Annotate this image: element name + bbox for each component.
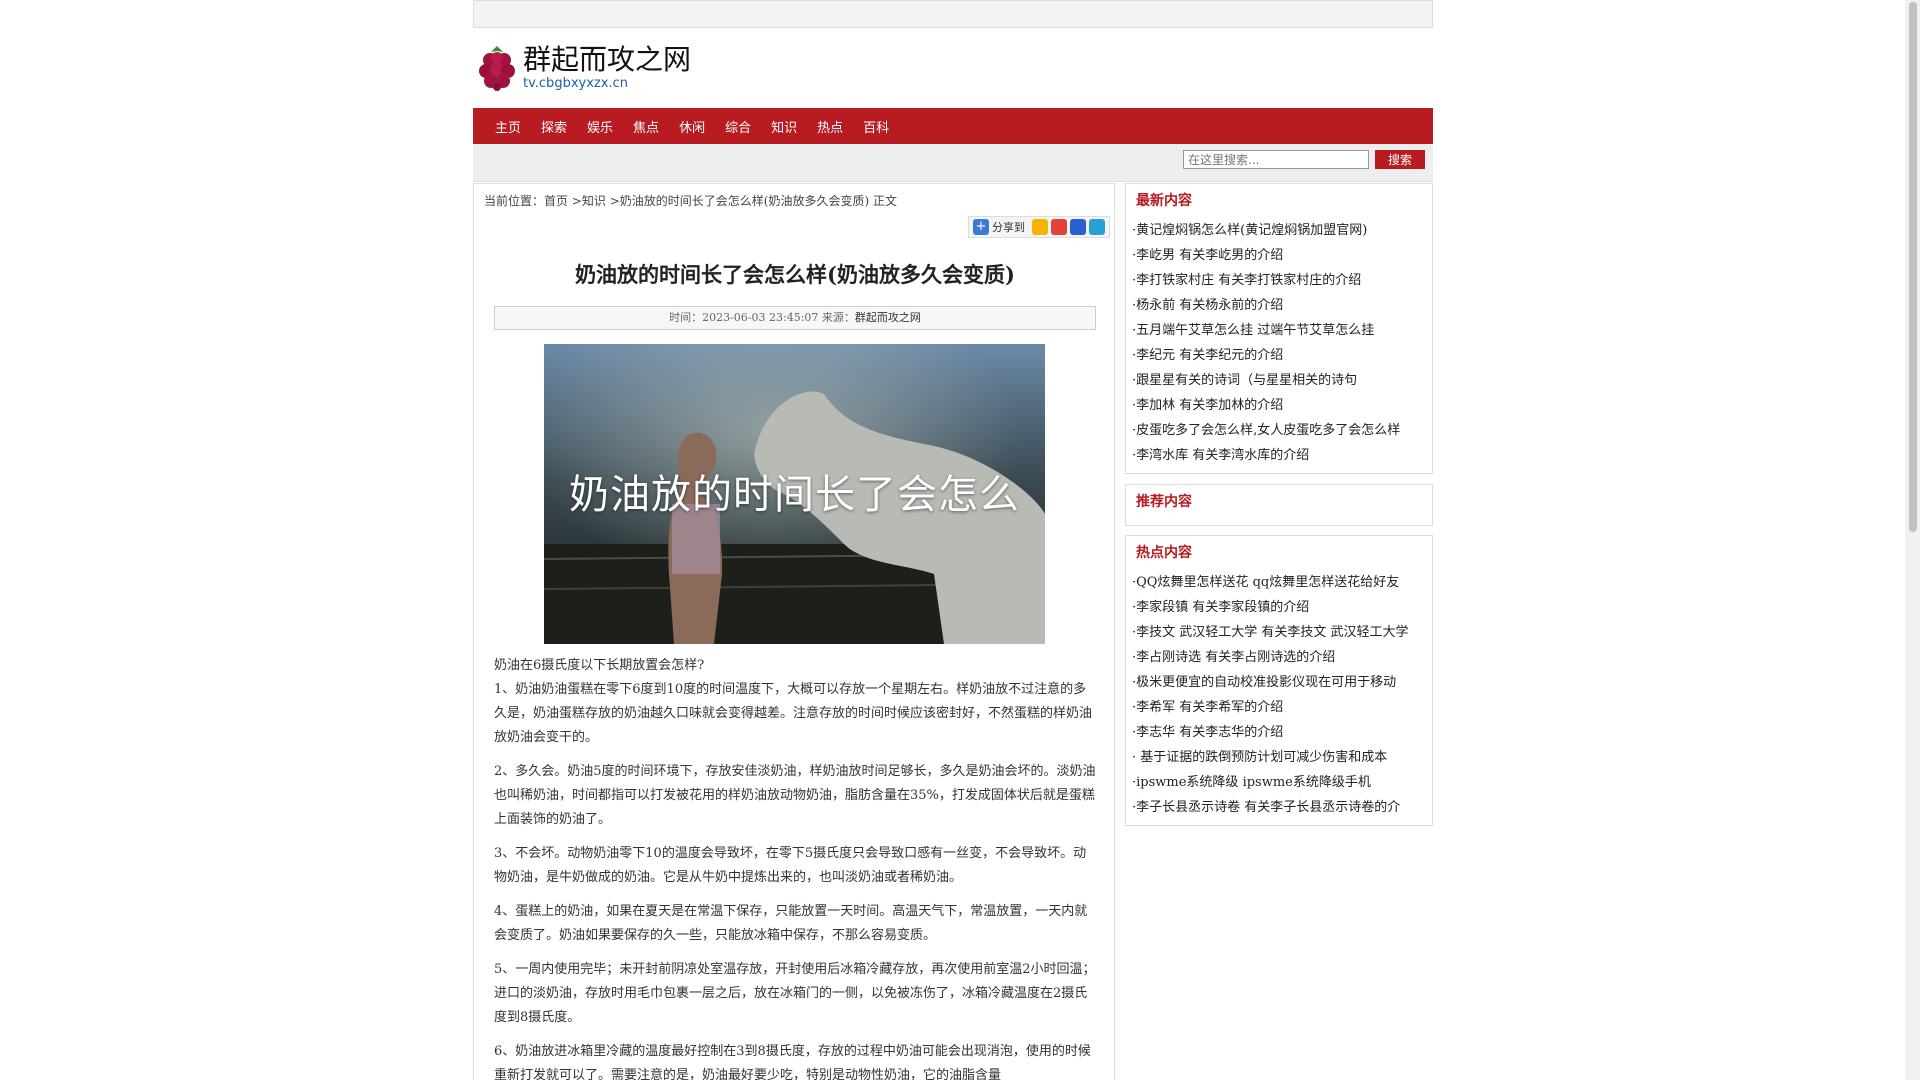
raspberry-logo-icon[interactable] xyxy=(475,42,519,92)
breadcrumb-separator: > xyxy=(605,194,620,208)
scrollbar-thumb[interactable] xyxy=(1909,2,1917,532)
nav-item-entertainment[interactable]: 娱乐 xyxy=(587,117,613,136)
article-source[interactable]: 群起而攻之网 xyxy=(855,311,921,324)
share-plus-icon[interactable]: + xyxy=(973,219,989,235)
site-header: 群起而攻之网 tv.cbgbxyxzx.cn xyxy=(473,28,1433,108)
site-url[interactable]: tv.cbgbxyxzx.cn xyxy=(523,76,628,91)
article-paragraph: 3、不会坏。动物奶油零下10的温度会导致坏，在零下5摄氏度只会导致口感有一丝变，… xyxy=(494,846,1087,885)
list-item[interactable]: ·极米更便宜的自动校准投影仪现在可用于移动 xyxy=(1132,670,1428,695)
breadcrumb-separator: > xyxy=(568,194,582,208)
breadcrumb-category[interactable]: 知识 xyxy=(582,194,606,208)
list-item[interactable]: ·李占刚诗选 有关李占刚诗选的介绍 xyxy=(1132,645,1428,670)
nav-item-knowledge[interactable]: 知识 xyxy=(771,117,797,136)
list-item[interactable]: ·ipswme系统降级 ipswme系统降级手机 xyxy=(1132,770,1428,795)
list-item[interactable]: ·五月端午艾草怎么挂 过端午节艾草怎么挂 xyxy=(1132,318,1428,343)
article-paragraph: 2、多久会。奶油5度的时间环境下，存放安佳淡奶油，样奶油放时间足够长，多久是奶油… xyxy=(494,764,1096,827)
breadcrumb-current[interactable]: 奶油放的时间长了会怎么样(奶油放多久会变质) xyxy=(620,194,869,208)
list-item[interactable]: ·李打铁家村庄 有关李打铁家村庄的介绍 xyxy=(1132,268,1428,293)
hot-panel: 热点内容 ·QQ炫舞里怎样送花 qq炫舞里怎样送花给好友 ·李家段镇 有关李家段… xyxy=(1125,535,1433,826)
hot-heading: 热点内容 xyxy=(1136,545,1192,561)
article-time: 时间：2023-06-03 23:45:07 来源： xyxy=(669,311,855,324)
list-item[interactable]: ·QQ炫舞里怎样送花 qq炫舞里怎样送花给好友 xyxy=(1132,570,1428,595)
page-wrapper: 群起而攻之网 tv.cbgbxyxzx.cn 主页 探索 娱乐 焦点 休闲 综合… xyxy=(473,0,1433,1080)
article-body: 奶油在6摄氏度以下长期放置会怎样? 1、奶油奶油蛋糕在零下6度到10度的时间温度… xyxy=(494,654,1099,1080)
list-item[interactable]: ·李湾水库 有关李湾水库的介绍 xyxy=(1132,443,1428,468)
nav-item-encyclopedia[interactable]: 百科 xyxy=(863,117,889,136)
image-caption: 奶油放的时间长了会怎么 xyxy=(569,472,1020,518)
nav-item-general[interactable]: 综合 xyxy=(725,117,751,136)
share-bar: + 分享到 xyxy=(968,216,1110,238)
latest-heading: 最新内容 xyxy=(1136,193,1192,209)
list-item[interactable]: ·李希军 有关李希军的介绍 xyxy=(1132,695,1428,720)
list-item[interactable]: · 基于证据的跌倒预防计划可减少伤害和成本 xyxy=(1132,745,1428,770)
site-title[interactable]: 群起而攻之网 xyxy=(523,38,691,78)
recommend-panel: 推荐内容 xyxy=(1125,484,1433,526)
article-paragraph: 5、一周内使用完毕；未开封前阴凉处室温存放，开封使用后冰箱冷藏存放，再次使用前室… xyxy=(494,962,1096,1025)
list-item[interactable]: ·李技文 武汉轻工大学 有关李技文 武汉轻工大学 xyxy=(1132,620,1428,645)
top-bar xyxy=(473,0,1433,28)
qzone-star-icon[interactable] xyxy=(1032,219,1048,235)
article-title: 奶油放的时间长了会怎么样(奶油放多久会变质) xyxy=(575,262,1015,287)
list-item[interactable]: ·皮蛋吃多了会怎么样,女人皮蛋吃多了会怎么样 xyxy=(1132,418,1428,443)
breadcrumb-prefix: 当前位置： xyxy=(484,194,545,208)
list-item[interactable]: ·李加林 有关李加林的介绍 xyxy=(1132,393,1428,418)
search-button[interactable]: 搜索 xyxy=(1375,150,1425,169)
breadcrumb-suffix: 正文 xyxy=(869,194,897,208)
search-bar: 搜索 xyxy=(473,144,1433,182)
article-paragraph: 6、奶油放进冰箱里冷藏的温度最好控制在3到8摄氏度，存放的过程中奶油可能会出现消… xyxy=(494,1044,1091,1080)
nav-item-explore[interactable]: 探索 xyxy=(541,117,567,136)
list-item[interactable]: ·李屹男 有关李屹男的介绍 xyxy=(1132,243,1428,268)
search-input[interactable] xyxy=(1183,150,1369,169)
list-item[interactable]: ·杨永前 有关杨永前的介绍 xyxy=(1132,293,1428,318)
list-item[interactable]: ·跟星星有关的诗词（与星星相关的诗句 xyxy=(1132,368,1428,393)
nav-item-home[interactable]: 主页 xyxy=(495,117,521,136)
weibo-icon[interactable] xyxy=(1051,219,1067,235)
latest-panel: 最新内容 ·黄记煌焖锅怎么样(黄记煌焖锅加盟官网) ·李屹男 有关李屹男的介绍 … xyxy=(1125,183,1433,474)
tencent-weibo-icon[interactable] xyxy=(1089,219,1105,235)
baidu-paw-icon[interactable] xyxy=(1070,219,1086,235)
list-item[interactable]: ·李志华 有关李志华的介绍 xyxy=(1132,720,1428,745)
main-nav: 主页 探索 娱乐 焦点 休闲 综合 知识 热点 百科 xyxy=(473,108,1433,144)
article-meta: 时间：2023-06-03 23:45:07 来源：群起而攻之网 xyxy=(494,306,1096,330)
article-hero-image: 奶油放的时间长了会怎么 xyxy=(544,344,1045,644)
nav-item-hot[interactable]: 热点 xyxy=(817,117,843,136)
nav-item-focus[interactable]: 焦点 xyxy=(633,117,659,136)
latest-list: ·黄记煌焖锅怎么样(黄记煌焖锅加盟官网) ·李屹男 有关李屹男的介绍 ·李打铁家… xyxy=(1126,218,1432,474)
breadcrumb-home[interactable]: 首页 xyxy=(544,194,568,208)
recommend-heading: 推荐内容 xyxy=(1136,494,1192,510)
list-item[interactable]: ·李子长县丞示诗卷 有关李子长县丞示诗卷的介 xyxy=(1132,795,1428,820)
list-item[interactable]: ·李纪元 有关李纪元的介绍 xyxy=(1132,343,1428,368)
hot-list: ·QQ炫舞里怎样送花 qq炫舞里怎样送花给好友 ·李家段镇 有关李家段镇的介绍 … xyxy=(1126,570,1432,826)
breadcrumb: 当前位置：首页 >知识 >奶油放的时间长了会怎么样(奶油放多久会变质) 正文 xyxy=(474,184,1114,217)
list-item[interactable]: ·黄记煌焖锅怎么样(黄记煌焖锅加盟官网) xyxy=(1132,218,1428,243)
share-label[interactable]: 分享到 xyxy=(992,219,1025,235)
list-item[interactable]: ·李家段镇 有关李家段镇的介绍 xyxy=(1132,595,1428,620)
article-paragraph: 奶油在6摄氏度以下长期放置会怎样? 1、奶油奶油蛋糕在零下6度到10度的时间温度… xyxy=(494,658,1093,745)
article-panel: 当前位置：首页 >知识 >奶油放的时间长了会怎么样(奶油放多久会变质) 正文 +… xyxy=(473,183,1115,1080)
nav-item-leisure[interactable]: 休闲 xyxy=(679,117,705,136)
article-paragraph: 4、蛋糕上的奶油，如果在夏天是在常温下保存，只能放置一天时间。高温天气下，常温放… xyxy=(494,904,1088,943)
vertical-scrollbar[interactable] xyxy=(1905,0,1920,1080)
